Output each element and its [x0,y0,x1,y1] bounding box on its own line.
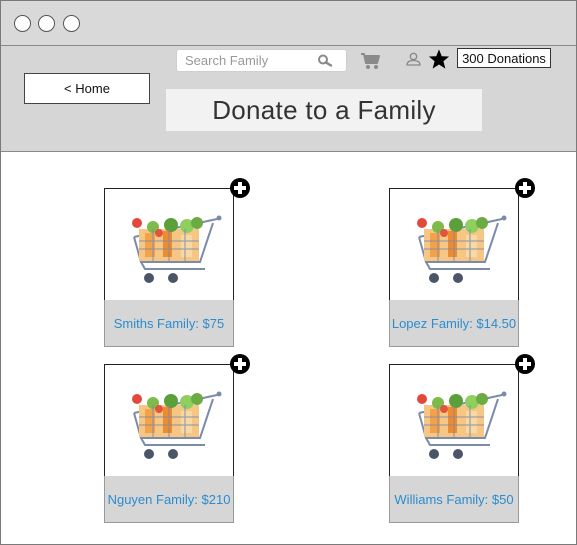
plus-circle-icon[interactable] [514,177,536,204]
family-label[interactable]: Lopez Family: $14.50 [389,300,519,347]
family-image [389,188,519,301]
window-control-circle-icon[interactable] [38,15,55,32]
family-image [389,364,519,477]
search-box[interactable] [176,49,347,72]
page-header: < Home Search Family 300 Donations Donat… [1,46,576,152]
page-title: Donate to a Family [166,89,482,131]
family-card[interactable]: Williams Family: $50 [389,354,535,526]
donations-count-badge: 300 Donations [457,48,551,68]
home-button[interactable]: < Home [24,73,150,104]
browser-window: < Home Search Family 300 Donations Donat… [0,0,577,545]
window-control-circle-icon[interactable] [14,15,31,32]
family-image [104,188,234,301]
family-label[interactable]: Nguyen Family: $210 [104,476,234,523]
star-icon[interactable] [428,48,450,75]
family-image [104,364,234,477]
plus-circle-icon[interactable] [229,177,251,204]
window-control-circle-icon[interactable] [63,15,80,32]
plus-circle-icon[interactable] [229,353,251,380]
user-icon[interactable] [406,52,421,71]
search-icon[interactable] [317,54,333,72]
cart-icon[interactable] [360,52,382,75]
family-label[interactable]: Smiths Family: $75 [104,300,234,347]
family-card[interactable]: Smiths Family: $75 [104,178,250,350]
family-card[interactable]: Lopez Family: $14.50 [389,178,535,350]
plus-circle-icon[interactable] [514,353,536,380]
search-input[interactable] [185,50,315,71]
window-titlebar [1,1,576,46]
family-card[interactable]: Nguyen Family: $210 [104,354,250,526]
family-label[interactable]: Williams Family: $50 [389,476,519,523]
